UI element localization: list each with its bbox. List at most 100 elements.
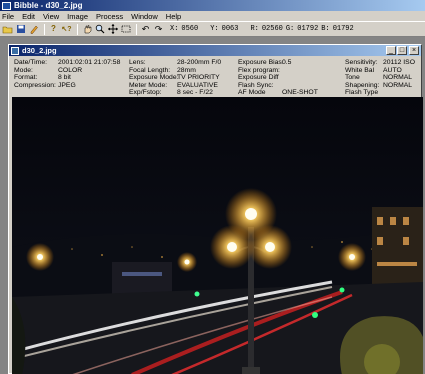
exif-column-lens: Lens: 28-200mm F/0 Focal Length: 28mm Expo…	[129, 59, 237, 97]
exif-label: Exposure Mode:	[129, 74, 179, 82]
x-label: X:	[170, 25, 179, 33]
app-titlebar[interactable]: Bibble - d30_2.jpg	[0, 0, 425, 11]
exif-row: Exposure Bias: 0.5	[238, 59, 343, 67]
document-icon[interactable]	[11, 46, 19, 55]
exif-row: Exposure Mode: TV PRIORITY	[129, 74, 237, 82]
r-value: 02560	[261, 25, 283, 33]
menu-view[interactable]: View	[43, 12, 59, 21]
menu-window[interactable]: Window	[131, 12, 158, 21]
exif-row: Tone NORMAL	[345, 74, 420, 82]
maximize-button[interactable]: □	[397, 46, 407, 55]
b-label: B:	[321, 25, 330, 33]
exif-row: Exp/Fstop: 8 sec - F/22	[129, 89, 237, 97]
y-label: Y:	[210, 25, 219, 33]
document-window[interactable]: d30_2.jpg _ □ × Date/Time: 2001:02:01 21:…	[8, 44, 423, 374]
pencil-icon[interactable]	[28, 24, 39, 35]
open-folder-icon[interactable]	[2, 24, 13, 35]
exif-label: Exposure Diff	[238, 74, 279, 82]
close-button[interactable]: ×	[409, 46, 419, 55]
night-street-photo	[12, 97, 423, 374]
exif-row: Flex program:	[238, 67, 343, 75]
exif-label: Tone	[345, 74, 360, 82]
app-title: Bibble - d30_2.jpg	[14, 1, 83, 10]
exif-label: Exp/Fstop:	[129, 89, 162, 97]
help-icon[interactable]: ?	[48, 24, 59, 35]
exif-row: Meter Mode: EVALUATIVE	[129, 82, 237, 90]
menu-process[interactable]: Process	[96, 12, 123, 21]
exif-label: Date/Time:	[14, 59, 47, 66]
exif-row: Focal Length: 28mm	[129, 67, 237, 75]
exif-value: 2001:02:01 21:07:58	[58, 59, 121, 66]
minimize-button[interactable]: _	[386, 46, 396, 55]
marquee-select-icon[interactable]	[120, 24, 131, 35]
save-icon[interactable]	[15, 24, 26, 35]
exif-label: AF Mode	[238, 89, 266, 97]
menu-bar: File Edit View Image Process Window Help	[0, 11, 425, 22]
help-pointer-icon[interactable]: ↖?	[61, 24, 72, 35]
exif-label: Shapening:	[345, 81, 380, 89]
exif-row: Flash Sync:	[238, 82, 343, 90]
crosshair-icon[interactable]	[107, 24, 118, 35]
r-label: R:	[250, 25, 259, 33]
rotate-left-icon[interactable]: ↶	[140, 24, 151, 35]
exif-value: AUTO	[383, 66, 402, 74]
document-titlebar[interactable]: d30_2.jpg _ □ ×	[9, 45, 421, 56]
photo-canvas[interactable]	[12, 97, 423, 374]
menu-help[interactable]: Help	[166, 12, 181, 21]
exif-label: White Bal	[345, 66, 375, 74]
exif-value: 8 bit	[58, 74, 71, 82]
exif-label: Flash Sync:	[238, 81, 274, 89]
toolbar-separator	[136, 23, 137, 35]
toolbar-separator	[77, 23, 78, 35]
menu-image[interactable]: Image	[67, 12, 88, 21]
exif-value: 28mm	[177, 66, 196, 74]
menu-edit[interactable]: Edit	[22, 12, 35, 21]
exif-row: Shapening: NORMAL	[345, 82, 420, 90]
exif-row: AF Mode ONE-SHOT	[238, 89, 343, 97]
exif-value: 0.5	[282, 59, 292, 66]
exif-value: COLOR	[58, 66, 83, 74]
exif-value: TV PRIORITY	[177, 74, 220, 82]
app-icon[interactable]	[2, 1, 11, 10]
menu-file[interactable]: File	[2, 12, 14, 21]
g-value: 01792	[297, 25, 319, 33]
exif-column-processing: Sensitivity: 20112 ISO White Bal AUTO Tone…	[345, 59, 420, 97]
exif-label: Format:	[14, 74, 38, 82]
rotate-right-icon[interactable]: ↷	[153, 24, 164, 35]
exif-value: JPEG	[58, 81, 76, 89]
exif-label: Sensitivity:	[345, 59, 378, 66]
x-value: 0560	[181, 25, 199, 33]
exif-label: Exposure Bias:	[238, 59, 284, 66]
exif-row: Lens: 28-200mm F/0	[129, 59, 237, 67]
exif-row: Compression: JPEG	[14, 82, 128, 90]
y-value: 0063	[221, 25, 239, 33]
exif-label: Lens:	[129, 59, 146, 66]
exif-row: Exposure Diff	[238, 74, 343, 82]
exif-value: EVALUATIVE	[177, 81, 218, 89]
exif-label: Mode:	[14, 66, 33, 74]
exif-row: Format: 8 bit	[14, 74, 128, 82]
exif-value: ONE-SHOT	[282, 89, 318, 97]
toolbar: ? ↖? ↶ ↷ X: 0560 Y: 0063 R: 02560 G: 017…	[0, 22, 425, 37]
exif-value: 8 sec - F/22	[177, 89, 213, 97]
exif-label: Flash Type	[345, 89, 379, 97]
exif-row: White Bal AUTO	[345, 67, 420, 75]
document-title: d30_2.jpg	[22, 46, 57, 55]
exif-label: Compression:	[14, 81, 56, 89]
exif-label: Meter Mode:	[129, 81, 168, 89]
exif-value: 20112 ISO	[383, 59, 415, 66]
pan-hand-icon[interactable]	[81, 24, 92, 35]
pixel-readout: X: 0560 Y: 0063 R: 02560 G: 01792 B: 017…	[170, 25, 357, 33]
exif-column-file: Date/Time: 2001:02:01 21:07:58 Mode: COLOR…	[14, 59, 128, 89]
exif-value: NORMAL	[383, 74, 413, 82]
g-label: G:	[285, 25, 295, 33]
exif-value: 28-200mm F/0	[177, 59, 222, 66]
exif-column-exposure: Exposure Bias: 0.5 Flex program: Exposure…	[238, 59, 343, 97]
exif-row: Flash Type	[345, 89, 420, 97]
toolbar-separator	[44, 23, 45, 35]
exif-label: Flex program:	[238, 66, 280, 74]
exif-row: Sensitivity: 20112 ISO	[345, 59, 420, 67]
b-value: 01792	[332, 25, 354, 33]
zoom-magnifier-icon[interactable]	[94, 24, 105, 35]
exif-value: NORMAL	[383, 81, 413, 89]
